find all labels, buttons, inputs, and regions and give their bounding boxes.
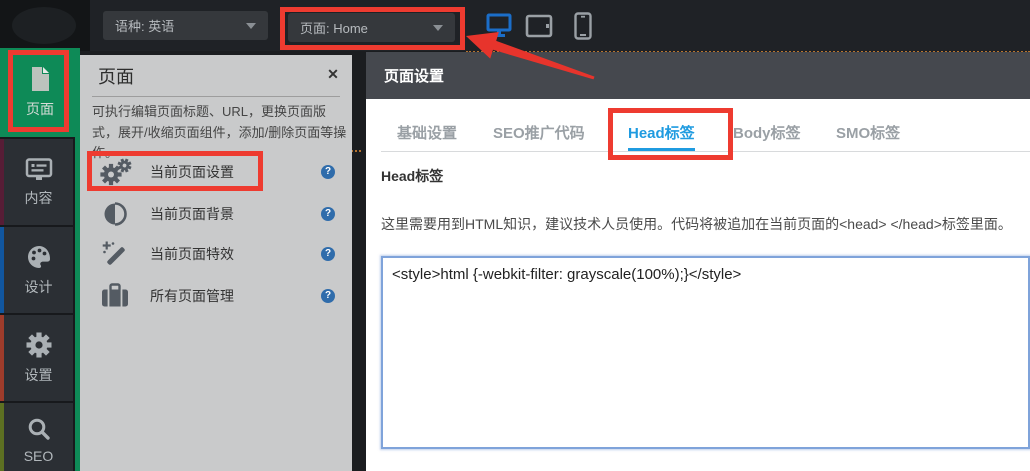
sidebar-item-label: SEO [24, 448, 54, 464]
chevron-down-icon [246, 23, 256, 29]
seo-icon [27, 417, 51, 441]
tab-head-tag[interactable]: Head标签 [628, 120, 695, 151]
tablet-icon [525, 14, 553, 38]
language-dropdown-label: 语种: 英语 [115, 16, 174, 35]
chevron-down-icon [433, 25, 443, 31]
desktop-preview-button[interactable] [482, 9, 516, 43]
sidebar-item-label: 设计 [25, 277, 53, 297]
language-dropdown[interactable]: 语种: 英语 [103, 11, 268, 40]
tab-smo-tag[interactable]: SMO标签 [836, 120, 900, 151]
sidebar-item-design[interactable]: 设计 [4, 227, 73, 313]
page-dropdown-label: 页面: Home [300, 18, 368, 37]
phone-preview-button[interactable] [566, 9, 600, 43]
logo [12, 7, 76, 44]
help-icon[interactable]: ? [321, 247, 335, 261]
settings-icon [26, 332, 52, 358]
desktop-icon [485, 13, 513, 39]
tab-basic-settings[interactable]: 基础设置 [397, 120, 457, 151]
sidebar-item-label: 内容 [25, 188, 53, 208]
content-accent-strip [0, 139, 4, 225]
content-icon [25, 157, 53, 181]
design-accent-strip [0, 227, 4, 313]
pages-panel: 页面 ✕ 可执行编辑页面标题、URL，更换页面版式，展开/收缩页面组件，添加/删… [80, 55, 352, 471]
canvas-dotted-guide-fragment [351, 150, 361, 152]
seo-accent-strip [0, 403, 4, 471]
menu-item-label: 当前页面背景 [150, 204, 234, 224]
tab-body-tag[interactable]: Body标签 [733, 120, 801, 151]
sidebar-item-label: 页面 [26, 99, 54, 119]
logo-area [0, 0, 90, 51]
tab-seo-promo-code[interactable]: SEO推广代码 [493, 120, 585, 151]
panel-title: 页面 [98, 63, 134, 89]
page-dropdown[interactable]: 页面: Home [288, 13, 455, 42]
topbar: 语种: 英语 页面: Home [0, 0, 1030, 51]
section-description: 这里需要用到HTML知识，建议技术人员使用。代码将被追加在当前页面的<head>… [381, 214, 1026, 234]
section-heading: Head标签 [381, 166, 443, 186]
contrast-icon [98, 200, 132, 228]
help-icon[interactable]: ? [321, 289, 335, 303]
close-icon[interactable]: ✕ [324, 65, 342, 83]
menu-item-current-page-settings[interactable]: 当前页面设置 ? [87, 152, 335, 192]
phone-icon [573, 12, 593, 40]
tabs-divider [381, 151, 1030, 152]
menu-item-label: 所有页面管理 [150, 286, 234, 306]
page-icon [30, 66, 50, 92]
sidebar-item-pages[interactable]: 页面 [0, 48, 80, 137]
menu-item-current-page-effects[interactable]: 当前页面特效 ? [87, 234, 335, 274]
head-tag-code-input[interactable]: <style>html {-webkit-filter: grayscale(1… [381, 256, 1030, 449]
tablet-preview-button[interactable] [522, 9, 556, 43]
briefcase-icon [98, 282, 132, 310]
menu-item-all-pages-manage[interactable]: 所有页面管理 ? [87, 276, 335, 316]
design-icon [26, 244, 52, 270]
gears-icon [98, 158, 132, 186]
sidebar-item-label: 设置 [25, 365, 53, 385]
settings-accent-strip [0, 315, 4, 401]
wand-icon [98, 240, 132, 268]
sidebar-item-content[interactable]: 内容 [4, 139, 73, 225]
dialog-header: 页面设置 [366, 52, 1030, 99]
menu-item-label: 当前页面特效 [150, 244, 234, 264]
dialog-title: 页面设置 [384, 65, 444, 86]
page-settings-dialog: 页面设置 基础设置 SEO推广代码 Head标签 Body标签 SMO标签 He… [366, 52, 1030, 471]
menu-item-label: 当前页面设置 [150, 162, 234, 182]
site-builder-screen: 语种: 英语 页面: Home [0, 0, 1030, 471]
help-icon[interactable]: ? [321, 207, 335, 221]
sidebar-item-settings[interactable]: 设置 [4, 315, 73, 401]
help-icon[interactable]: ? [321, 165, 335, 179]
sidebar-item-seo[interactable]: SEO [4, 403, 73, 471]
menu-item-current-page-background[interactable]: 当前页面背景 ? [87, 194, 335, 234]
panel-divider [92, 96, 340, 97]
